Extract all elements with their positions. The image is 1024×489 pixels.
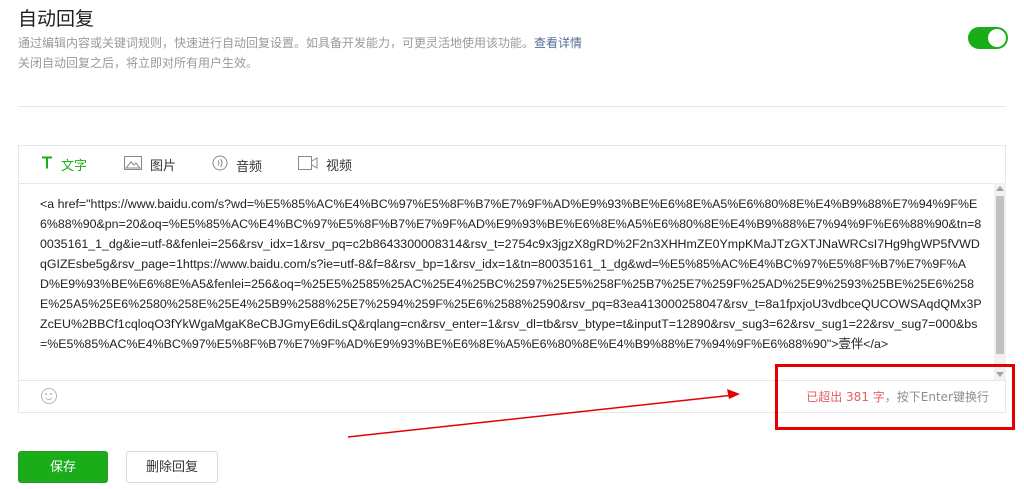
annotation-highlight-box	[775, 364, 1015, 430]
save-button[interactable]: 保存	[18, 451, 108, 483]
delete-reply-button[interactable]: 删除回复	[126, 451, 218, 483]
